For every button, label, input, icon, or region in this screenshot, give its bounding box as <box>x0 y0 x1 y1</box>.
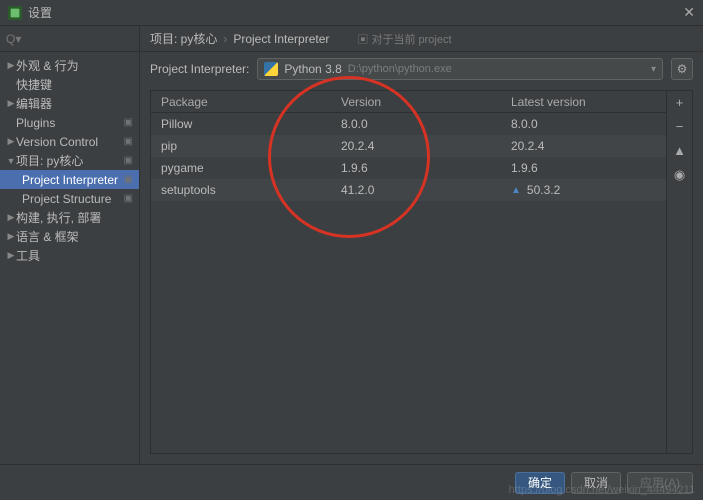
window-title: 设置 <box>28 4 683 21</box>
table-row[interactable]: setuptools 41.2.0 ▲50.3.2 <box>151 179 666 201</box>
settings-tree: ▶外观 & 行为 快捷键 ▶编辑器 Plugins▣ ▶Version Cont… <box>0 52 139 265</box>
sidebar-item-project[interactable]: ▼项目: py核心▣ <box>0 151 139 170</box>
main-panel: 项目: py核心 › Project Interpreter ▣ 对于当前 pr… <box>140 26 703 464</box>
interpreter-label: Project Interpreter: <box>150 62 249 76</box>
app-icon <box>8 6 22 20</box>
sidebar-item-plugins[interactable]: Plugins▣ <box>0 113 139 132</box>
search-box[interactable] <box>0 26 139 52</box>
interpreter-select[interactable]: Python 3.8 D:\python\python.exe ▾ <box>257 58 663 80</box>
python-icon <box>264 62 278 76</box>
sidebar: ▶外观 & 行为 快捷键 ▶编辑器 Plugins▣ ▶Version Cont… <box>0 26 140 464</box>
breadcrumb-project-note: ▣ 对于当前 project <box>357 31 451 47</box>
table-row[interactable]: pygame 1.9.6 1.9.6 <box>151 157 666 179</box>
chevron-down-icon: ▾ <box>651 64 656 75</box>
sidebar-item-build[interactable]: ▶构建, 执行, 部署 <box>0 208 139 227</box>
col-latest[interactable]: Latest version <box>511 95 666 109</box>
interpreter-row: Project Interpreter: Python 3.8 D:\pytho… <box>140 52 703 86</box>
search-input[interactable] <box>6 32 133 46</box>
packages-area: Package Version Latest version Pillow 8.… <box>150 90 693 454</box>
upgrade-available-icon: ▲ <box>511 185 521 196</box>
breadcrumb-root: 项目: py核心 <box>150 30 217 47</box>
interpreter-name: Python 3.8 <box>284 62 341 76</box>
project-tag-icon: ▣ <box>124 136 133 147</box>
sidebar-item-keymap[interactable]: 快捷键 <box>0 75 139 94</box>
titlebar: 设置 ✕ <box>0 0 703 26</box>
project-tag-icon: ▣ <box>124 193 133 204</box>
project-tag-icon: ▣ <box>124 174 133 185</box>
project-tag-icon: ▣ <box>124 155 133 166</box>
sidebar-item-tools[interactable]: ▶工具 <box>0 246 139 265</box>
gear-icon: ⚙ <box>677 62 688 76</box>
sidebar-item-vcs[interactable]: ▶Version Control▣ <box>0 132 139 151</box>
upgrade-package-button[interactable]: ▲ <box>672 143 688 159</box>
sidebar-item-editor[interactable]: ▶编辑器 <box>0 94 139 113</box>
close-icon[interactable]: ✕ <box>683 4 695 21</box>
interpreter-path: D:\python\python.exe <box>348 63 452 75</box>
table-row[interactable]: Pillow 8.0.0 8.0.0 <box>151 113 666 135</box>
sidebar-item-project-structure[interactable]: Project Structure▣ <box>0 189 139 208</box>
packages-header: Package Version Latest version <box>151 91 666 113</box>
breadcrumb-leaf: Project Interpreter <box>233 32 329 46</box>
col-version[interactable]: Version <box>341 95 511 109</box>
remove-package-button[interactable]: − <box>672 119 688 135</box>
sidebar-item-appearance[interactable]: ▶外观 & 行为 <box>0 56 139 75</box>
table-row[interactable]: pip 20.2.4 20.2.4 <box>151 135 666 157</box>
watermark: https://blog.csdn.net/weixin_44494211 <box>509 484 695 496</box>
sidebar-item-project-interpreter[interactable]: Project Interpreter▣ <box>0 170 139 189</box>
packages-table: Package Version Latest version Pillow 8.… <box>151 91 666 453</box>
packages-toolbar: + − ▲ ◉ <box>666 91 692 453</box>
project-tag-icon: ▣ <box>124 117 133 128</box>
sidebar-item-languages[interactable]: ▶语言 & 框架 <box>0 227 139 246</box>
interpreter-settings-button[interactable]: ⚙ <box>671 58 693 80</box>
chevron-right-icon: › <box>223 32 227 46</box>
col-package[interactable]: Package <box>161 95 341 109</box>
add-package-button[interactable]: + <box>672 95 688 111</box>
breadcrumb: 项目: py核心 › Project Interpreter ▣ 对于当前 pr… <box>140 26 703 52</box>
show-early-releases-button[interactable]: ◉ <box>672 167 688 183</box>
